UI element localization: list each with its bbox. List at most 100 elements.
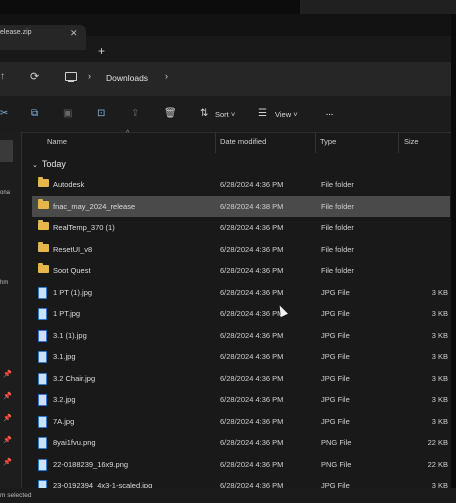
cut-icon[interactable]: ✂ — [0, 108, 8, 119]
file-type: JPG File — [321, 352, 350, 361]
tab-active[interactable]: elease.zip ✕ — [0, 25, 86, 50]
file-row[interactable]: 3.1.jpg 6/28/2024 4:36 PM JPG File 3 KB — [32, 346, 450, 367]
image-file-icon — [38, 437, 47, 449]
title-bar-strip — [300, 0, 456, 14]
close-tab-icon[interactable]: ✕ — [70, 28, 78, 39]
file-date: 6/28/2024 4:36 PM — [220, 244, 284, 254]
pin-icon: 📌 — [3, 437, 12, 444]
file-row[interactable]: 8yai1fvu.png 6/28/2024 4:36 PM PNG File 22 … — [32, 432, 450, 453]
file-type: File folder — [321, 180, 354, 189]
up-arrow-icon[interactable]: ↑ — [0, 71, 5, 82]
file-type: File folder — [321, 223, 354, 232]
file-row[interactable]: fnac_may_2024_release 6/28/2024 4:38 PM Fi… — [32, 195, 450, 217]
file-row[interactable]: Autodesk 6/28/2024 4:36 PM File folder — [32, 174, 450, 195]
breadcrumb-downloads[interactable]: Downloads — [106, 73, 148, 83]
file-date: 6/28/2024 4:38 PM — [220, 201, 284, 211]
file-row[interactable]: Soot Quest 6/28/2024 4:36 PM File folder — [32, 260, 450, 281]
column-header-size[interactable]: Size — [404, 137, 419, 146]
column-header-date[interactable]: Date modified — [220, 137, 266, 146]
window-edge — [451, 14, 456, 503]
file-date: 6/28/2024 4:36 PM — [220, 459, 284, 469]
file-name: 3.1.jpg — [53, 352, 76, 361]
file-date: 6/28/2024 4:36 PM — [220, 223, 284, 232]
file-size: 3 KB — [431, 287, 448, 297]
sort-button[interactable]: Sort ˅ — [215, 110, 235, 119]
chevron-down-icon[interactable]: ⌄ — [32, 162, 38, 169]
file-row[interactable]: ResetUI_v8 6/28/2024 4:36 PM File folder — [32, 239, 450, 260]
view-icon[interactable]: ☰ — [258, 108, 267, 119]
file-row[interactable]: 3.2.jpg 6/28/2024 4:36 PM JPG File 3 KB — [32, 389, 450, 410]
pin-icon: 📌 — [3, 393, 12, 400]
nav-selected-item[interactable] — [0, 140, 13, 162]
status-bar: m selected — [0, 488, 456, 503]
file-name: 8yai1fvu.png — [53, 438, 96, 447]
this-pc-icon[interactable] — [65, 72, 77, 82]
folder-icon — [38, 263, 49, 273]
file-type: PNG File — [321, 438, 352, 447]
tab-label: elease.zip — [0, 29, 32, 36]
file-name: 22-0188239_16x9.png — [53, 459, 129, 469]
image-file-icon — [38, 372, 47, 385]
column-divider[interactable] — [398, 133, 399, 153]
delete-icon[interactable]: 🗑 — [164, 108, 177, 119]
sort-label: Sort — [215, 110, 229, 119]
file-row[interactable]: 22-0188239_16x9.png 6/28/2024 4:36 PM PNG … — [32, 454, 450, 475]
image-file-icon — [38, 286, 47, 299]
pin-icon: 📌 — [3, 415, 12, 422]
file-type: JPG File — [321, 287, 350, 297]
chevron-right-icon[interactable]: › — [165, 71, 168, 81]
folder-icon — [38, 177, 49, 187]
column-header-name[interactable]: Name — [47, 137, 67, 146]
file-row[interactable]: 3.1 (1).jpg 6/28/2024 4:36 PM JPG File 3 KB — [32, 325, 450, 346]
image-file-icon — [38, 394, 47, 406]
file-type: PNG File — [321, 459, 352, 469]
rename-icon[interactable]: ⊡ — [97, 108, 105, 119]
column-header-type[interactable]: Type — [320, 137, 336, 146]
sort-caret-icon: ^ — [126, 130, 130, 137]
copy-icon[interactable]: ⧉ — [31, 108, 38, 119]
file-name: 1 PT (1).jpg — [53, 287, 93, 297]
nav-item-label[interactable]: hm — [0, 280, 8, 286]
share-icon[interactable]: ⇪ — [131, 108, 139, 119]
more-options-button[interactable]: ··· — [326, 110, 334, 119]
image-file-icon — [38, 351, 47, 363]
file-name: 3.1 (1).jpg — [53, 330, 87, 340]
nav-item-label[interactable]: ona — [0, 190, 10, 196]
title-bar — [0, 0, 456, 14]
file-name: Soot Quest — [53, 266, 91, 275]
file-row[interactable]: 3.2 Chair.jpg 6/28/2024 4:36 PM JPG File 3 … — [32, 368, 450, 389]
file-date: 6/28/2024 4:36 PM — [220, 438, 284, 447]
column-divider[interactable] — [315, 133, 316, 153]
view-label: View — [275, 110, 292, 119]
file-size: 3 KB — [431, 395, 448, 404]
file-size: 3 KB — [431, 330, 448, 340]
file-type: File folder — [321, 201, 354, 211]
image-file-icon — [38, 329, 47, 342]
file-size: 3 KB — [431, 416, 448, 426]
file-row[interactable]: 7A.jpg 6/28/2024 4:36 PM JPG File 3 KB — [32, 411, 450, 432]
file-date: 6/28/2024 4:36 PM — [220, 266, 284, 275]
file-name: 7A.jpg — [53, 416, 75, 426]
file-type: JPG File — [321, 373, 350, 383]
file-size: 3 KB — [431, 373, 448, 383]
sort-icon[interactable]: ⇅ — [200, 108, 208, 119]
file-size: 22 KB — [427, 438, 448, 447]
view-button[interactable]: View ˅ — [275, 110, 298, 119]
file-row[interactable]: RealTemp_370 (1) 6/28/2024 4:36 PM File fo… — [32, 217, 450, 238]
refresh-icon[interactable]: ⟳ — [30, 70, 39, 83]
file-date: 6/28/2024 4:36 PM — [220, 373, 284, 383]
image-file-icon — [38, 415, 47, 428]
file-type: JPG File — [321, 395, 350, 404]
new-tab-button[interactable]: + — [98, 44, 105, 58]
file-row[interactable]: 1 PT (1).jpg 6/28/2024 4:36 PM JPG File 3 K… — [32, 282, 450, 303]
file-type: File folder — [321, 244, 354, 254]
file-row[interactable]: 1 PT.jpg 6/28/2024 4:36 PM JPG File 3 KB — [32, 303, 450, 324]
paste-icon[interactable]: ▣ — [63, 108, 72, 119]
column-divider[interactable] — [215, 133, 216, 153]
group-header-today[interactable]: ⌄ Today — [32, 159, 66, 169]
file-name: Autodesk — [53, 180, 85, 189]
chevron-right-icon[interactable]: › — [88, 71, 91, 81]
pin-icon: 📌 — [3, 371, 12, 378]
file-size: 22 KB — [427, 459, 448, 469]
status-text: m selected — [0, 492, 32, 499]
